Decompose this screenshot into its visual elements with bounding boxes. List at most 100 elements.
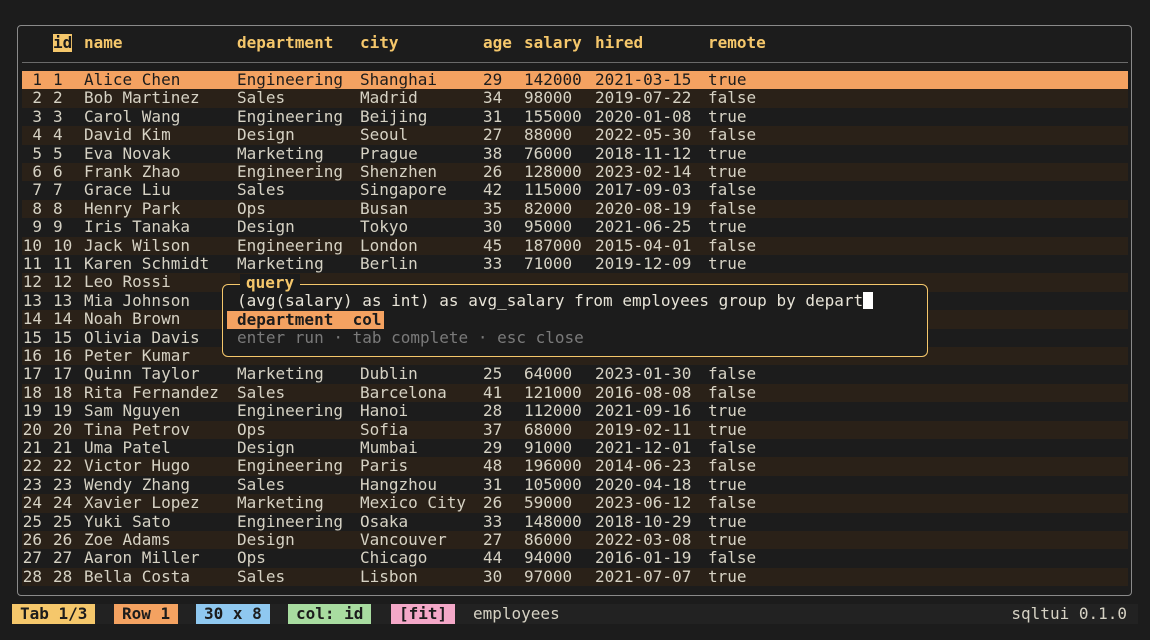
cell-id[interactable]: 4 [53,125,63,144]
cell-city[interactable]: Hangzhou [360,475,437,494]
cell-remote[interactable]: true [708,217,747,236]
cell-city[interactable]: Sofia [360,420,408,439]
cell-hired[interactable]: 2018-10-29 [595,512,691,531]
cell-name[interactable]: Bella Costa [84,567,190,586]
cell-hired[interactable]: 2018-11-12 [595,144,691,163]
cell-name[interactable]: Rita Fernandez [84,383,219,402]
table-row[interactable]: 10 10 Jack Wilson Engineering London 45 187000… [0,236,1150,255]
cell-department[interactable]: Engineering [237,401,343,420]
cell-name[interactable]: Iris Tanaka [84,217,190,236]
table-row[interactable]: 6 6 Frank Zhao Engineering Shenzhen 26 128000 2… [0,162,1150,181]
cell-hired[interactable]: 2023-06-12 [595,493,691,512]
cell-salary[interactable]: 82000 [524,199,572,218]
cell-id[interactable]: 23 [53,475,72,494]
table-row[interactable]: 28 28 Bella Costa Sales Lisbon 30 97000 2021-07… [0,567,1150,586]
cell-department[interactable]: Sales [237,475,285,494]
cell-salary[interactable]: 128000 [524,162,582,181]
cell-department[interactable]: Marketing [237,254,324,273]
cell-name[interactable]: Karen Schmidt [84,254,209,273]
cell-salary[interactable]: 95000 [524,217,572,236]
cell-department[interactable]: Design [237,530,295,549]
cell-salary[interactable]: 97000 [524,567,572,586]
cell-hired[interactable]: 2017-09-03 [595,180,691,199]
cell-age[interactable]: 28 [483,401,502,420]
cell-id[interactable]: 6 [53,162,63,181]
table-row[interactable]: 11 11 Karen Schmidt Marketing Berlin 33 71000 2… [0,254,1150,273]
cell-hired[interactable]: 2020-08-19 [595,199,691,218]
cell-id[interactable]: 10 [53,236,72,255]
table-row[interactable]: 5 5 Eva Novak Marketing Prague 38 76000 2018-11… [0,144,1150,163]
cell-name[interactable]: Uma Patel [84,438,171,457]
cell-id[interactable]: 12 [53,272,72,291]
cell-name[interactable]: Alice Chen [84,70,180,89]
cell-salary[interactable]: 86000 [524,530,572,549]
cell-department[interactable]: Sales [237,180,285,199]
cell-name[interactable]: Quinn Taylor [84,364,200,383]
query-input[interactable]: (avg(salary) as int) as avg_salary from … [237,291,874,310]
cell-age[interactable]: 48 [483,456,502,475]
cell-department[interactable]: Marketing [237,493,324,512]
cell-salary[interactable]: 105000 [524,475,582,494]
cell-department[interactable]: Engineering [237,456,343,475]
column-header-id[interactable]: id [53,33,73,53]
cell-id[interactable]: 28 [53,567,72,586]
cell-remote[interactable]: false [708,364,756,383]
cell-name[interactable]: Henry Park [84,199,180,218]
cell-name[interactable]: Sam Nguyen [84,401,180,420]
column-header-name[interactable]: name [84,33,123,52]
cell-name[interactable]: Noah Brown [84,309,180,328]
cell-id[interactable]: 9 [53,217,63,236]
cell-salary[interactable]: 98000 [524,88,572,107]
cell-remote[interactable]: false [708,438,756,457]
cell-age[interactable]: 42 [483,180,502,199]
table-row[interactable]: 3 3 Carol Wang Engineering Beijing 31 155000 20… [0,107,1150,126]
cell-department[interactable]: Ops [237,199,266,218]
cell-age[interactable]: 38 [483,144,502,163]
column-header-hired[interactable]: hired [595,33,643,52]
cell-age[interactable]: 30 [483,217,502,236]
cell-name[interactable]: Eva Novak [84,144,171,163]
cell-department[interactable]: Engineering [237,512,343,531]
cell-salary[interactable]: 121000 [524,383,582,402]
cell-hired[interactable]: 2015-04-01 [595,236,691,255]
cell-city[interactable]: Paris [360,456,408,475]
cell-salary[interactable]: 64000 [524,364,572,383]
column-header-age[interactable]: age [483,33,512,52]
table-row[interactable]: 21 21 Uma Patel Design Mumbai 29 91000 2021-12-… [0,438,1150,457]
table-row[interactable]: 26 26 Zoe Adams Design Vancouver 27 86000 2022-… [0,530,1150,549]
cell-id[interactable]: 18 [53,383,72,402]
cell-remote[interactable]: false [708,199,756,218]
column-header-department[interactable]: department [237,33,333,52]
cell-id[interactable]: 20 [53,420,72,439]
cell-hired[interactable]: 2020-01-08 [595,107,691,126]
cell-age[interactable]: 33 [483,512,502,531]
cell-name[interactable]: Zoe Adams [84,530,171,549]
cell-age[interactable]: 25 [483,364,502,383]
cell-salary[interactable]: 196000 [524,456,582,475]
cell-remote[interactable]: true [708,107,747,126]
cell-city[interactable]: Dublin [360,364,418,383]
cell-city[interactable]: Madrid [360,88,418,107]
cell-city[interactable]: Busan [360,199,408,218]
cell-id[interactable]: 26 [53,530,72,549]
cell-remote[interactable]: true [708,162,747,181]
table-row[interactable]: 22 22 Victor Hugo Engineering Paris 48 196000 2… [0,456,1150,475]
cell-hired[interactable]: 2016-01-19 [595,548,691,567]
cell-age[interactable]: 27 [483,530,502,549]
cell-city[interactable]: Tokyo [360,217,408,236]
column-header-city[interactable]: city [360,33,399,52]
cell-id[interactable]: 22 [53,456,72,475]
cell-department[interactable]: Design [237,125,295,144]
table-row[interactable]: 9 9 Iris Tanaka Design Tokyo 30 95000 2021-06-2… [0,217,1150,236]
cell-city[interactable]: Lisbon [360,567,418,586]
cell-city[interactable]: Prague [360,144,418,163]
cell-department[interactable]: Sales [237,567,285,586]
cell-name[interactable]: Mia Johnson [84,291,190,310]
cell-hired[interactable]: 2021-06-25 [595,217,691,236]
cell-remote[interactable]: true [708,254,747,273]
cell-department[interactable]: Ops [237,420,266,439]
cell-remote[interactable]: true [708,70,747,89]
cell-city[interactable]: Seoul [360,125,408,144]
cell-age[interactable]: 34 [483,88,502,107]
cell-age[interactable]: 44 [483,548,502,567]
